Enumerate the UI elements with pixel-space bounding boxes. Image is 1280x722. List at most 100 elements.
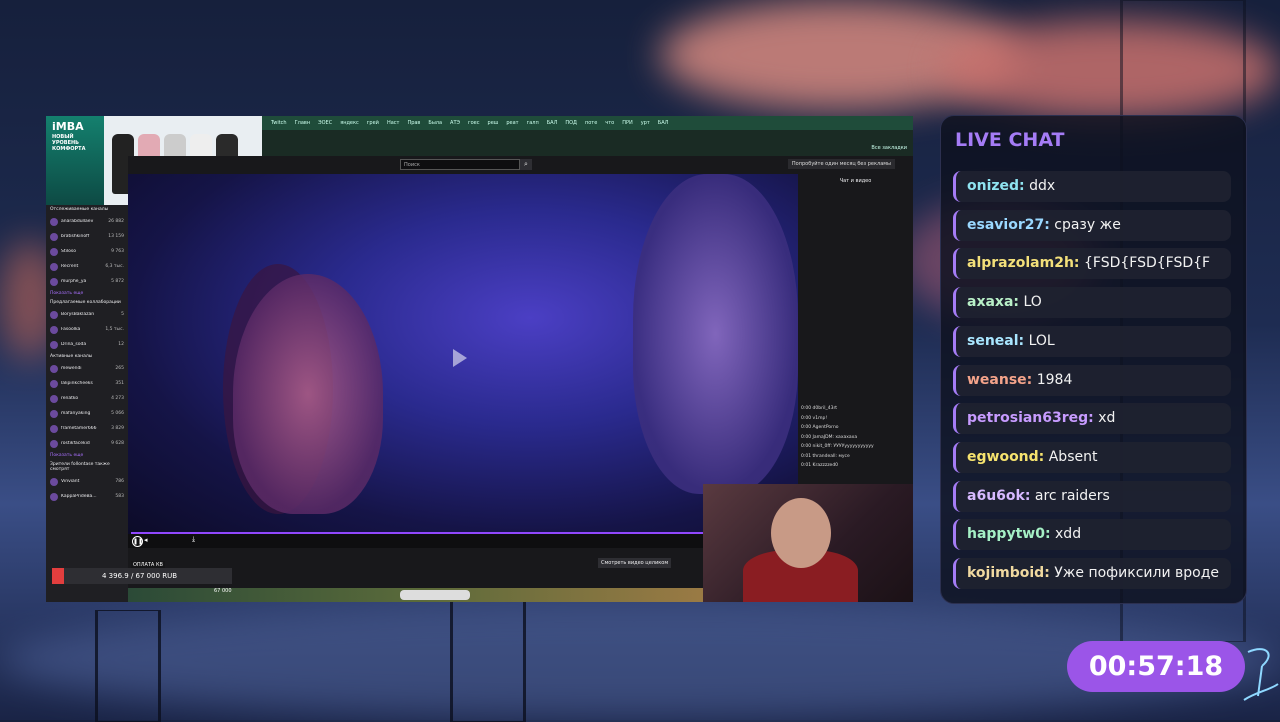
- browser-tab[interactable]: Twitch: [268, 116, 290, 130]
- avatar: [50, 379, 58, 388]
- mini-chat-message: 0:00 nikit_0ff: УУУУууууууууууу: [801, 444, 874, 449]
- sidebar-channel-item[interactable]: BorysBaklazan 5: [46, 307, 128, 322]
- browser-tab[interactable]: реш: [485, 116, 502, 130]
- browser-tab[interactable]: БАЛ: [544, 116, 561, 130]
- browser-tab[interactable]: Наст: [384, 116, 403, 130]
- mini-chat-time: 0:00: [801, 434, 813, 440]
- bookmarks-label[interactable]: Все закладки: [871, 145, 907, 151]
- chat-username: seneal:: [967, 332, 1025, 349]
- viewers-list: Vinviant 786 KappaPrideBa... 583: [46, 474, 128, 504]
- channel-name: rostikfacekid: [61, 441, 90, 446]
- avatar: [50, 310, 58, 319]
- browser-tab[interactable]: галп: [524, 116, 542, 130]
- sidebar-channel-item[interactable]: lalipinkcheeks 351: [46, 376, 128, 391]
- chat-text: {FSD{FSD{FSD{F: [1083, 255, 1211, 272]
- player-controls: ❚❚ ◂ ⤓: [128, 534, 798, 548]
- browser-tab[interactable]: поте: [582, 116, 600, 130]
- sidebar-channel-item[interactable]: Drina_soda 12: [46, 337, 128, 352]
- mini-chat-time: 0:01: [801, 463, 813, 468]
- browser-tab[interactable]: Главн: [292, 116, 314, 130]
- channel-name: anarabdullaev: [61, 219, 94, 224]
- viewer-count: 6,3 тыс.: [105, 264, 124, 269]
- search-icon[interactable]: ⌕: [520, 159, 532, 170]
- chat-text: ddx: [1029, 178, 1056, 194]
- browser-tab[interactable]: урт: [638, 116, 653, 130]
- mini-chat-text: thrandeall: мусе: [812, 453, 850, 459]
- channel-name: Recrent: [61, 264, 79, 269]
- browser-tab[interactable]: ПОД: [562, 116, 580, 130]
- sidebar-channel-item[interactable]: rostikfacekid 9 628: [46, 436, 128, 451]
- promo-button[interactable]: Попробуйте один месяц без рекламы: [787, 159, 895, 169]
- avatar: [50, 439, 58, 448]
- avatar: [50, 492, 58, 501]
- browser-tab[interactable]: БАЛ: [655, 116, 672, 130]
- browser-tab[interactable]: ЭОЕС: [315, 116, 335, 130]
- sidebar-channel-item[interactable]: Stiloso 9 763: [46, 244, 128, 259]
- chat-username: axaxa:: [967, 294, 1020, 311]
- sidebar-channel-item[interactable]: murphe_ya 5 872: [46, 274, 128, 289]
- watch-full-button[interactable]: Смотреть видео целиком: [598, 558, 672, 568]
- sidebar-channel-item[interactable]: KappaPrideBa... 583: [46, 489, 128, 504]
- chat-text: arc raiders: [1034, 487, 1110, 504]
- chat-text: сразу же: [1054, 216, 1121, 233]
- browser-tab[interactable]: реат: [503, 116, 521, 130]
- download-icon[interactable]: ⤓: [192, 535, 195, 544]
- volume-icon[interactable]: ◂: [144, 536, 148, 544]
- active-header: Активные каналы: [50, 354, 93, 359]
- sidebar-channel-item[interactable]: Recrent 6,3 тыс.: [46, 259, 128, 274]
- mini-chat-time: 0:00: [801, 425, 813, 430]
- browser-tab[interactable]: гоес: [465, 116, 483, 130]
- sidebar-channel-item[interactable]: mafanyaking 5 066: [46, 406, 128, 421]
- show-more-link[interactable]: Показать еще: [46, 451, 128, 460]
- sidebar-channel-item[interactable]: anarabdullaev 26 882: [46, 214, 128, 229]
- sidebar-channel-item[interactable]: frametamer666 3 829: [46, 421, 128, 436]
- channel-name: lalipinkcheeks: [61, 381, 93, 386]
- live-chat-message: happytw0: xdd: [953, 519, 1231, 551]
- mini-chat-time: 0:00: [801, 406, 813, 411]
- browser-tab[interactable]: АТЭ: [447, 116, 463, 130]
- avatar: [50, 477, 58, 486]
- mini-chat-message: 0:00 d0bril_43rt: [801, 406, 837, 411]
- viewer-count: 5 872: [111, 279, 124, 284]
- viewer-count: 3 829: [111, 426, 124, 431]
- live-chat-message: alprazolam2h: {FSD{FSD{FSD{F: [953, 248, 1231, 280]
- sidebar-channel-item[interactable]: bratishkinoff 13 159: [46, 229, 128, 244]
- live-chat-message: egwoond: Absent: [953, 441, 1231, 473]
- channel-name: Drina_soda: [61, 342, 87, 347]
- show-more-link[interactable]: Показать еще: [46, 289, 128, 298]
- avatar: [50, 217, 58, 226]
- chat-text: LOL: [1028, 332, 1055, 349]
- sidebar-channel-item[interactable]: Vinviant 786: [46, 474, 128, 489]
- stream-timer: 00:57:18: [1067, 641, 1245, 692]
- video-player[interactable]: [128, 174, 798, 534]
- viewers-header: Зрители follontase также смотрят: [50, 462, 110, 472]
- browser-tab[interactable]: яндекс: [337, 116, 362, 130]
- live-chat-message: esavior27: сразу же: [953, 209, 1231, 241]
- chat-text: xd: [1098, 410, 1116, 427]
- search-input[interactable]: Поиск: [400, 159, 520, 170]
- mini-chat-text: v1mp!: [812, 415, 828, 421]
- browser-tab[interactable]: что: [602, 116, 617, 130]
- taskbar-search[interactable]: [400, 590, 470, 600]
- viewer-count: 583: [115, 494, 124, 499]
- channel-name: Fasoolka: [61, 327, 81, 332]
- viewer-count: 26 882: [108, 219, 124, 224]
- viewer-count: 4 273: [111, 396, 124, 401]
- sidebar-channel-item[interactable]: renatko 4 273: [46, 391, 128, 406]
- sidebar-channel-item[interactable]: Fasoolka 1,5 тыс.: [46, 322, 128, 337]
- browser-tab[interactable]: Прав: [404, 116, 423, 130]
- browser-tab[interactable]: ПРИ: [619, 116, 636, 130]
- browser-address-bar[interactable]: Все закладки: [262, 130, 913, 156]
- browser-tab[interactable]: Была: [425, 116, 445, 130]
- mini-chat-text: AgentPorno: [812, 425, 839, 430]
- active-list: mewendi 265 lalipinkcheeks 351 renatko 4 273 m…: [46, 361, 128, 451]
- donation-goal-total: 67 000: [214, 588, 232, 594]
- sidebar-channel-item[interactable]: mewendi 265: [46, 361, 128, 376]
- viewer-count: 12: [118, 342, 124, 347]
- mini-chat-message: 0:01 Krazzzzed0: [801, 463, 838, 468]
- browser-tab[interactable]: грей: [364, 116, 382, 130]
- play-icon[interactable]: [453, 349, 467, 367]
- followed-list: anarabdullaev 26 882 bratishkinoff 13 159 St…: [46, 214, 128, 289]
- chat-panel-title: Чат и видео: [839, 178, 872, 184]
- pause-icon[interactable]: ❚❚: [132, 536, 143, 547]
